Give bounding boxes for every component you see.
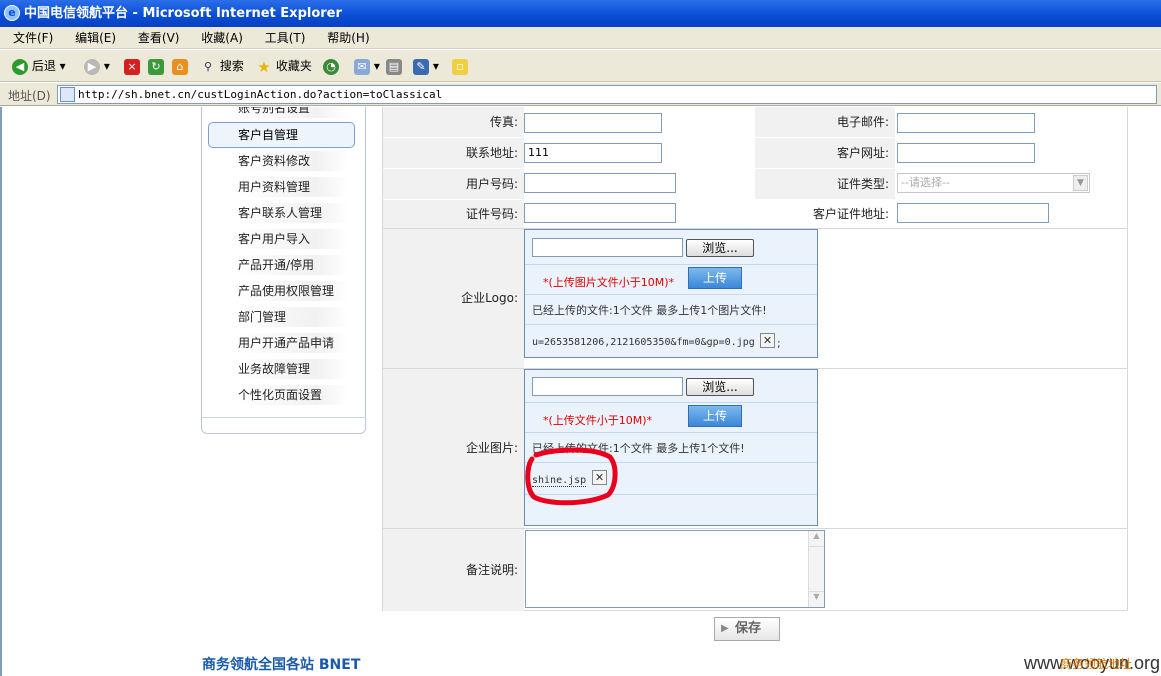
back-arrow-icon: ◀ bbox=[12, 58, 28, 75]
note-button[interactable]: ▫ bbox=[452, 56, 468, 76]
cert-no-label: 证件号码: bbox=[383, 200, 524, 228]
scroll-down-icon[interactable]: ▼ bbox=[809, 591, 824, 607]
sidebar-item-product-toggle[interactable]: 产品开通/停用 bbox=[238, 255, 348, 275]
menu-help[interactable]: 帮助(H) bbox=[318, 27, 378, 49]
customer-form: 传真: 电子邮件: 联系地址: 111 客户网址: 用户号码: 证件类型: --… bbox=[382, 107, 1128, 611]
forward-button[interactable]: ▶ ▾ bbox=[84, 56, 110, 76]
sidebar-item-personalize[interactable]: 个性化页面设置 bbox=[238, 385, 348, 405]
sidebar-item-customer-edit[interactable]: 客户资料修改 bbox=[238, 151, 348, 171]
watermark-overlay: 商务领航地址 bbox=[1060, 657, 1133, 671]
print-icon: ▤ bbox=[386, 58, 402, 75]
logo-label: 企业Logo: bbox=[383, 229, 524, 368]
address-input[interactable]: http://sh.bnet.cn/custLoginAction.do?act… bbox=[57, 85, 1157, 104]
search-icon: ⚲ bbox=[203, 59, 213, 73]
sidebar-item-product-permissions[interactable]: 产品使用权限管理 bbox=[238, 281, 348, 301]
address-field-label: 联系地址: bbox=[383, 138, 524, 168]
sidebar-item-department[interactable]: 部门管理 bbox=[238, 307, 348, 327]
fax-input[interactable] bbox=[524, 113, 662, 133]
cert-no-input[interactable] bbox=[524, 203, 676, 223]
ie-icon: e bbox=[4, 5, 20, 21]
menu-edit[interactable]: 编辑(E) bbox=[66, 27, 125, 49]
favorites-button[interactable]: ★ 收藏夹 bbox=[256, 56, 312, 76]
window-title-bar: e 中国电信领航平台 - Microsoft Internet Explorer bbox=[0, 0, 1161, 27]
logo-upload-button[interactable]: 上传 bbox=[688, 267, 742, 289]
sidebar-divider bbox=[202, 417, 365, 418]
sidebar: 账号别名设置 客户自管理 客户资料修改 用户资料管理 客户联系人管理 客户用户导… bbox=[201, 107, 366, 434]
fax-label: 传真: bbox=[383, 107, 524, 137]
forward-arrow-icon: ▶ bbox=[84, 58, 100, 75]
menu-file[interactable]: 文件(F) bbox=[0, 27, 62, 49]
stop-button[interactable]: × bbox=[124, 56, 140, 76]
user-no-label: 用户号码: bbox=[383, 169, 524, 199]
cert-type-label: 证件类型: bbox=[755, 169, 895, 199]
print-button[interactable]: ▤ bbox=[386, 56, 402, 76]
menu-view[interactable]: 查看(V) bbox=[129, 27, 189, 49]
save-button[interactable]: ▶ 保存 bbox=[714, 617, 780, 641]
logo-upload-status: 已经上传的文件:1个文件 最多上传1个图片文件! bbox=[532, 304, 767, 317]
note-icon: ▫ bbox=[452, 58, 468, 75]
cert-addr-input[interactable] bbox=[897, 203, 1049, 223]
address-field-input[interactable]: 111 bbox=[524, 143, 662, 163]
red-annotation-circle bbox=[525, 447, 618, 506]
sidebar-item-customer-self-manage[interactable]: 客户自管理 bbox=[208, 122, 355, 148]
website-label: 客户网址: bbox=[755, 138, 895, 168]
search-button[interactable]: ⚲ 搜索 bbox=[200, 56, 244, 76]
logo-upload-panel: 浏览... *(上传图片文件小于10M)* 上传 已经上传的文件:1个文件 最多… bbox=[524, 229, 818, 358]
scroll-up-icon[interactable]: ▲ bbox=[809, 531, 824, 547]
stop-icon: × bbox=[124, 58, 140, 75]
image-file-input[interactable] bbox=[532, 377, 683, 396]
sidebar-item-product-apply[interactable]: 用户开通产品申请 bbox=[238, 333, 348, 353]
note-textarea[interactable]: ▲ ▼ bbox=[525, 530, 825, 608]
email-label: 电子邮件: bbox=[755, 107, 895, 137]
cert-addr-label: 客户证件地址: bbox=[755, 200, 895, 228]
image-label: 企业图片: bbox=[383, 369, 524, 528]
sidebar-item-user-manage[interactable]: 用户资料管理 bbox=[238, 177, 348, 197]
email-input[interactable] bbox=[897, 113, 1035, 133]
play-arrow-icon: ▶ bbox=[721, 623, 729, 634]
edit-icon: ✎ bbox=[413, 58, 429, 75]
mail-button[interactable]: ✉ ▾ bbox=[354, 56, 380, 76]
history-button[interactable]: ◔ bbox=[323, 56, 339, 76]
star-icon: ★ bbox=[257, 57, 271, 76]
logo-size-hint: *(上传图片文件小于10M)* bbox=[543, 276, 675, 289]
sidebar-item-fault[interactable]: 业务故障管理 bbox=[238, 359, 348, 379]
home-icon: ⌂ bbox=[172, 58, 188, 75]
history-icon: ◔ bbox=[323, 58, 339, 75]
logo-delete-icon[interactable]: ✕ bbox=[760, 333, 775, 348]
address-label: 地址(D) bbox=[8, 89, 51, 103]
refresh-button[interactable]: ↻ bbox=[148, 56, 164, 76]
toolbar: ◀ 后退 ▾ ▶ ▾ × ↻ ⌂ ⚲ 搜索 ★ 收藏夹 ◔ ✉ ▾ ▤ ✎ ▾ … bbox=[0, 50, 1161, 82]
website-input[interactable] bbox=[897, 143, 1035, 163]
page-content: 账号别名设置 客户自管理 客户资料修改 用户资料管理 客户联系人管理 客户用户导… bbox=[0, 107, 1161, 676]
sidebar-item-contacts[interactable]: 客户联系人管理 bbox=[238, 203, 348, 223]
sidebar-item-user-import[interactable]: 客户用户导入 bbox=[238, 229, 348, 249]
user-no-input[interactable] bbox=[524, 173, 676, 193]
footer-title: 商务领航全国各站 BNET bbox=[202, 657, 361, 673]
image-browse-button[interactable]: 浏览... bbox=[686, 378, 754, 396]
menu-favorites[interactable]: 收藏(A) bbox=[192, 27, 252, 49]
page-icon bbox=[60, 87, 75, 102]
note-scrollbar[interactable]: ▲ ▼ bbox=[808, 531, 824, 607]
logo-browse-button[interactable]: 浏览... bbox=[686, 239, 754, 257]
logo-file-input[interactable] bbox=[532, 238, 683, 257]
window-title: 中国电信领航平台 - Microsoft Internet Explorer bbox=[24, 6, 342, 21]
home-button[interactable]: ⌂ bbox=[172, 56, 188, 76]
back-button[interactable]: ◀ 后退 ▾ bbox=[12, 56, 66, 76]
refresh-icon: ↻ bbox=[148, 58, 164, 75]
sidebar-item-alias[interactable]: 账号别名设置 bbox=[238, 107, 348, 118]
menu-tools[interactable]: 工具(T) bbox=[256, 27, 315, 49]
image-upload-button[interactable]: 上传 bbox=[688, 405, 742, 427]
image-size-hint: *(上传文件小于10M)* bbox=[543, 414, 653, 427]
cert-type-select[interactable]: --请选择-- ▼ bbox=[897, 173, 1090, 193]
note-label: 备注说明: bbox=[383, 529, 524, 611]
address-bar: 地址(D) http://sh.bnet.cn/custLoginAction.… bbox=[0, 83, 1161, 106]
chevron-down-icon: ▼ bbox=[1073, 175, 1088, 191]
mail-icon: ✉ bbox=[354, 58, 370, 75]
logo-uploaded-file: u=2653581206,2121605350&fm=0&gp=0.jpg bbox=[532, 337, 755, 348]
address-url: http://sh.bnet.cn/custLoginAction.do?act… bbox=[78, 88, 443, 101]
edit-button[interactable]: ✎ ▾ bbox=[413, 56, 439, 76]
menu-bar: 文件(F) 编辑(E) 查看(V) 收藏(A) 工具(T) 帮助(H) bbox=[0, 27, 1161, 49]
